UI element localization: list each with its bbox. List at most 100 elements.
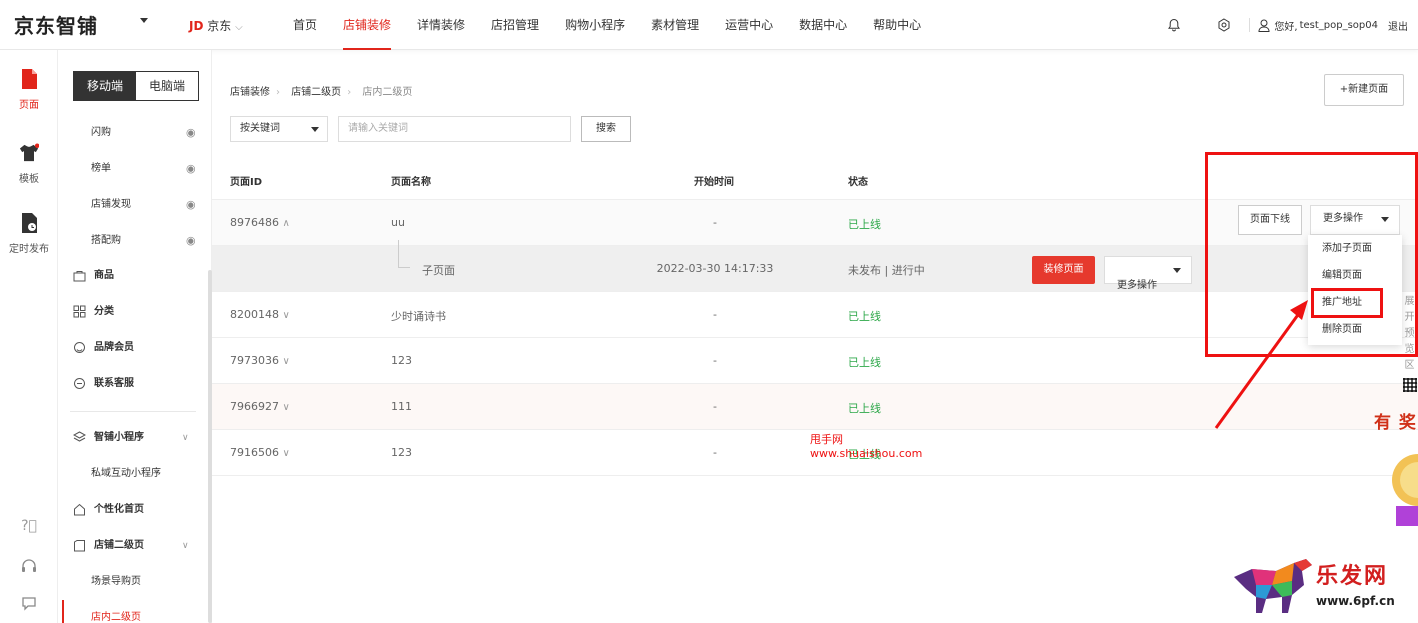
eye-icon[interactable]: ◉	[186, 187, 196, 223]
menu-label: 店铺发现	[91, 199, 131, 210]
chat-icon[interactable]	[0, 595, 58, 615]
chevron-down-icon: ∨	[182, 433, 189, 443]
bell-icon[interactable]	[1167, 18, 1181, 32]
nav-home[interactable]: 首页	[280, 0, 330, 50]
annotation-arrow	[1214, 300, 1308, 429]
rail-label: 定时发布	[9, 244, 49, 255]
jd-label: 京东	[207, 19, 232, 33]
menu-item-ranking[interactable]: 榜单 ◉	[58, 151, 208, 187]
nav-detail-decoration[interactable]: 详情装修	[404, 0, 478, 50]
main-nav: 首页 店铺装修 详情装修 店招管理 购物小程序 素材管理 运营中心 数据中心 帮…	[280, 0, 934, 50]
qr-icon[interactable]	[1402, 378, 1417, 392]
home-icon	[74, 503, 85, 516]
menu-label: 私域互动小程序	[91, 468, 161, 479]
watermark: 甩手网 www.shuaishou.com	[810, 433, 922, 461]
side-char: 览	[1404, 344, 1415, 355]
toggle-pc[interactable]: 电脑端	[136, 72, 198, 100]
menu-item-in-store-page[interactable]: 店内二级页	[58, 600, 208, 623]
reward-badge-icon[interactable]	[1388, 450, 1418, 526]
watermark-url: www.shuaishou.com	[810, 447, 923, 460]
top-bar: 京东智铺 JD 京东 ⌵ 首页 店铺装修 详情装修 店招管理 购物小程序 素材管…	[0, 0, 1418, 50]
page-icon	[22, 69, 37, 89]
caret-down-icon[interactable]	[140, 18, 148, 23]
toggle-mobile[interactable]: 移动端	[74, 72, 136, 100]
chevron-down-icon: ∨	[182, 541, 189, 551]
menu-label: 场景导购页	[91, 576, 141, 587]
watermark-name: 甩手网	[810, 433, 843, 446]
rail-item-scheduled[interactable]: 定时发布	[0, 212, 58, 255]
menu-group-mini-program[interactable]: 智铺小程序 ∨	[58, 420, 208, 456]
gear-icon[interactable]	[1217, 18, 1231, 32]
sub-sidebar: 移动端 电脑端 闪购 ◉ 榜单 ◉ 店铺发现 ◉ 搭配购 ◉ 商品 分类 品牌会员 联系…	[58, 50, 212, 623]
chevron-down-icon: ⌵	[235, 22, 243, 33]
menu-group-category[interactable]: 分类	[58, 294, 208, 330]
member-icon	[74, 342, 85, 353]
rail-label: 页面	[19, 100, 39, 111]
menu-group-secondary-page[interactable]: 店铺二级页 ∨	[58, 528, 208, 564]
menu-label: 闪购	[91, 127, 111, 138]
side-char: 区	[1404, 360, 1415, 371]
eye-icon[interactable]: ◉	[186, 151, 196, 187]
doc-clock-icon	[22, 213, 37, 233]
user-icon	[1258, 19, 1270, 32]
jd-brand: JD	[189, 19, 204, 33]
app-root: 京东智铺 JD 京东 ⌵ 首页 店铺装修 详情装修 店招管理 购物小程序 素材管…	[0, 0, 1418, 623]
eye-icon[interactable]: ◉	[186, 223, 196, 259]
brand-name: 乐发网	[1316, 563, 1389, 589]
divider	[1249, 18, 1251, 32]
sidebar-divider	[70, 411, 196, 412]
nav-signboard[interactable]: 店招管理	[478, 0, 552, 50]
logout-link[interactable]: 退出	[1388, 18, 1408, 33]
menu-label: 商品	[94, 270, 114, 281]
menu-label: 榜单	[91, 163, 111, 174]
menu-label: 智铺小程序	[94, 432, 144, 443]
reward-banner[interactable]: 有 奖	[1374, 408, 1417, 433]
menu-label: 搭配购	[91, 235, 121, 246]
eye-icon[interactable]: ◉	[186, 115, 196, 151]
nav-material[interactable]: 素材管理	[638, 0, 712, 50]
rail-item-template[interactable]: 模板	[0, 142, 58, 185]
nav-help[interactable]: 帮助中心	[860, 0, 934, 50]
menu-item-shop-discovery[interactable]: 店铺发现 ◉	[58, 187, 208, 223]
tshirt-icon	[19, 143, 40, 162]
menu-label: 店铺二级页	[94, 540, 144, 551]
rail-label: 模板	[19, 174, 39, 185]
menu-group-personal-home[interactable]: 个性化首页	[58, 492, 208, 528]
rail-item-page[interactable]: 页面	[0, 68, 58, 111]
left-rail: 页面 模板 定时发布 ?⃝	[0, 50, 58, 623]
side-char: 展	[1404, 296, 1415, 307]
help-circle-icon[interactable]: ?⃝	[0, 518, 58, 534]
menu-label: 联系客服	[94, 378, 134, 389]
menu-group-products[interactable]: 商品	[58, 258, 208, 294]
nav-mini-program[interactable]: 购物小程序	[552, 0, 638, 50]
username: test_pop_sop04	[1299, 19, 1378, 31]
chat-bubble-icon	[74, 378, 85, 389]
grid-icon	[73, 305, 86, 318]
menu-item-bundle[interactable]: 搭配购 ◉	[58, 223, 208, 259]
menu-label: 店内二级页	[91, 612, 141, 623]
greeting: 您好,	[1274, 21, 1298, 33]
main-content: 店铺装修 › 店铺二级页 › 店内二级页 +新建页面 按关键词 请输入关键词 搜索 …	[212, 50, 1418, 623]
device-toggle: 移动端 电脑端	[73, 71, 199, 101]
menu-item-scene-guide[interactable]: 场景导购页	[58, 564, 208, 600]
menu-item-flash-sale[interactable]: 闪购 ◉	[58, 115, 208, 151]
brand-url: www.6pf.cn	[1316, 594, 1395, 608]
side-char: 预	[1404, 328, 1415, 339]
headset-icon[interactable]	[0, 558, 58, 580]
menu-item-private-program[interactable]: 私域互动小程序	[58, 456, 208, 492]
layers-icon	[73, 431, 86, 442]
jd-platform-switch[interactable]: JD 京东 ⌵	[189, 17, 243, 34]
nav-shop-decoration[interactable]: 店铺装修	[330, 0, 404, 50]
nav-operations[interactable]: 运营中心	[712, 0, 786, 50]
menu-label: 个性化首页	[94, 504, 144, 515]
bag-icon	[73, 271, 86, 282]
nav-data[interactable]: 数据中心	[786, 0, 860, 50]
menu-label: 分类	[94, 306, 114, 317]
menu-group-service[interactable]: 联系客服	[58, 366, 208, 402]
bull-logo-icon	[1234, 559, 1312, 613]
app-logo[interactable]: 京东智铺	[14, 10, 98, 39]
side-char: 开	[1404, 312, 1415, 323]
menu-group-member[interactable]: 品牌会员	[58, 330, 208, 366]
tag-icon	[74, 540, 85, 552]
menu-label: 品牌会员	[94, 342, 134, 353]
